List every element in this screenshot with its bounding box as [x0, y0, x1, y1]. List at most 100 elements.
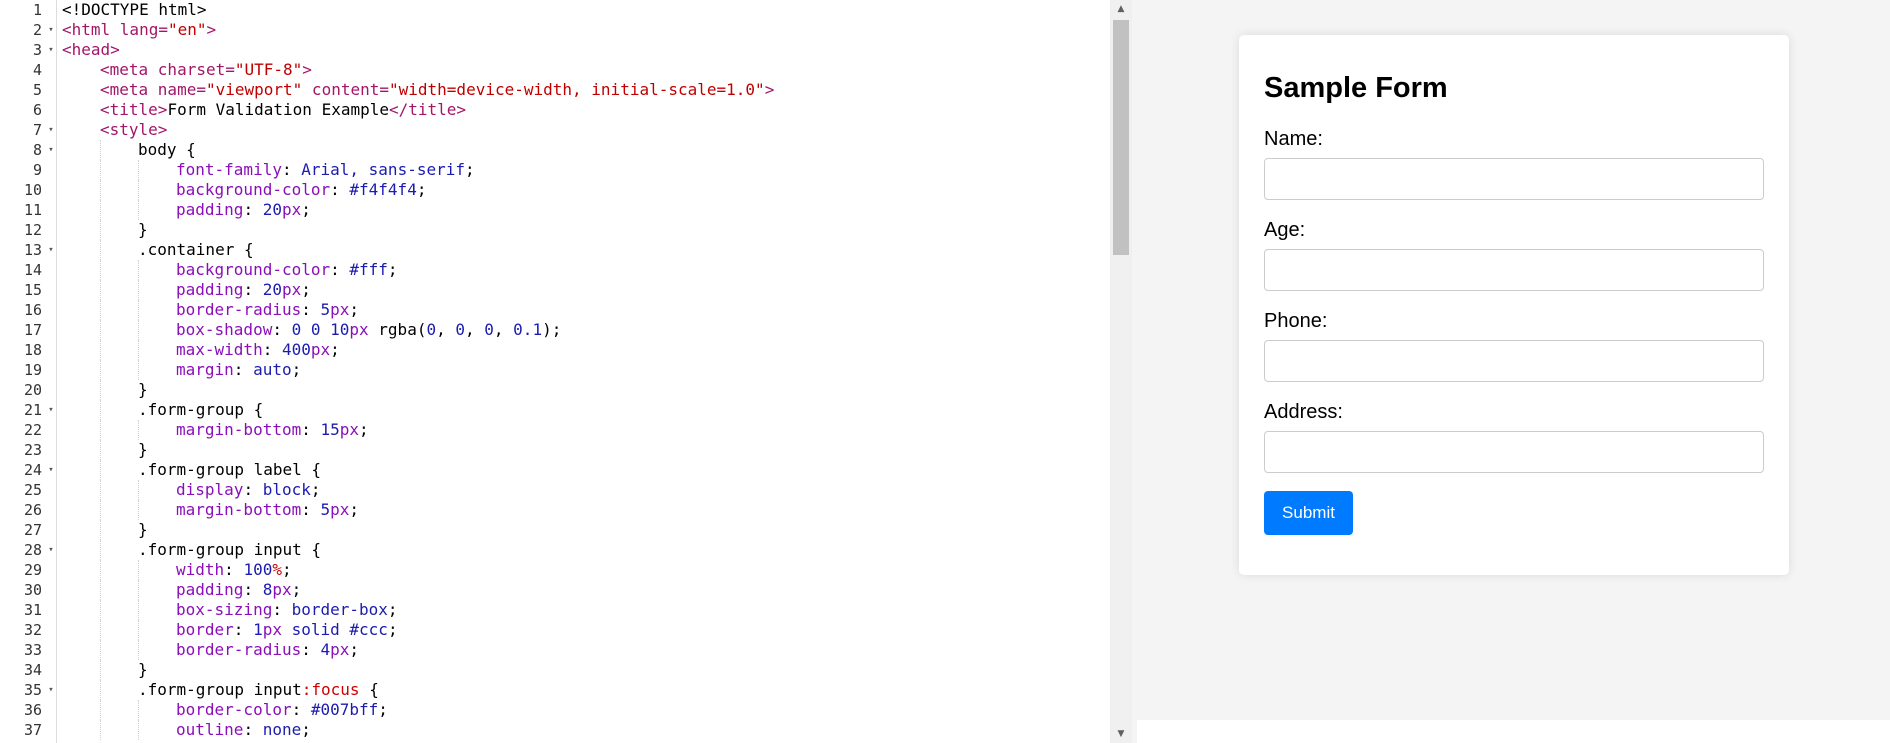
code-line[interactable]: 5 <meta name="viewport" content="width=de… — [33, 80, 1110, 100]
line-number: 21 — [23, 401, 42, 419]
code-line[interactable]: 17 box-shadow: 0 0 10px rgba(0, 0, 0, 0.1… — [24, 320, 1110, 340]
code-token: > — [206, 20, 217, 39]
indent-guide — [138, 280, 139, 300]
code-line[interactable]: 30 padding: 8px; — [24, 580, 1110, 600]
scroll-thumb[interactable] — [1113, 20, 1129, 255]
fold-arrow-icon[interactable]: ▾ — [46, 680, 56, 700]
indent-guide — [138, 160, 139, 180]
scroll-up-arrow-icon[interactable]: ▲ — [1110, 0, 1132, 18]
code-token: px — [272, 580, 292, 599]
code-area[interactable]: 1 <!DOCTYPE html> 2 ▾ <html lang="en"> 3 ▾ <hea… — [24, 0, 1110, 740]
submit-button[interactable]: Submit — [1264, 491, 1353, 535]
code-line[interactable]: 7 ▾ <style> — [33, 120, 1110, 140]
age-input[interactable] — [1264, 249, 1764, 291]
code-line[interactable]: 10 background-color: #f4f4f4; — [24, 180, 1110, 200]
code-line[interactable]: 36 border-color: #007bff; — [24, 700, 1110, 720]
code-line[interactable]: 18 max-width: 400px; — [24, 340, 1110, 360]
indent-guide — [138, 420, 139, 440]
code-line[interactable]: 8 ▾ body { — [33, 140, 1110, 160]
code-line[interactable]: 37 outline: none; — [24, 720, 1110, 740]
fold-arrow-icon[interactable]: ▾ — [46, 400, 56, 420]
code-token: border — [176, 620, 234, 639]
code-content: box-sizing: border-box; — [176, 600, 398, 620]
code-token: : — [301, 420, 321, 439]
indent-guide — [138, 300, 139, 320]
code-line[interactable]: 4 <meta charset="UTF-8"> — [33, 60, 1110, 80]
code-line[interactable]: 29 width: 100%; — [24, 560, 1110, 580]
code-line[interactable]: 9 font-family: Arial, sans-serif; — [33, 160, 1110, 180]
code-line[interactable]: 22 margin-bottom: 15px; — [24, 420, 1110, 440]
code-token: 8 — [262, 580, 273, 599]
code-token: solid #ccc — [281, 620, 388, 639]
indent-guide — [138, 500, 139, 520]
code-line[interactable]: 3 ▾ <head> — [33, 40, 1110, 60]
scroll-down-arrow-icon[interactable]: ▼ — [1110, 725, 1132, 743]
code-line[interactable]: 25 display: block; — [24, 480, 1110, 500]
editor-scrollbar[interactable]: ▲ ▼ — [1110, 0, 1132, 743]
code-line[interactable]: 32 border: 1px solid #ccc; — [24, 620, 1110, 640]
code-line[interactable]: 16 border-radius: 5px; — [24, 300, 1110, 320]
fold-arrow-icon[interactable]: ▾ — [46, 120, 56, 140]
line-number: 27 — [23, 521, 42, 539]
code-line[interactable]: 12} — [24, 220, 1110, 240]
code-content: } — [138, 380, 148, 400]
preview-pane: Sample Form Name: Age: Phone: Address: S… — [1132, 0, 1890, 743]
fold-arrow-icon[interactable]: ▾ — [46, 540, 56, 560]
code-content: padding: 20px; — [176, 280, 311, 300]
code-line[interactable]: 13 ▾ .container { — [24, 240, 1110, 260]
code-line[interactable]: 14 background-color: #fff; — [24, 260, 1110, 280]
fold-arrow-icon[interactable]: ▾ — [46, 40, 56, 60]
fold-arrow-icon[interactable]: ▾ — [46, 460, 56, 480]
code-content: width: 100%; — [176, 560, 292, 580]
code-line[interactable]: 23} — [24, 440, 1110, 460]
code-editor[interactable]: 1 <!DOCTYPE html> 2 ▾ <html lang="en"> 3 ▾ <hea… — [0, 0, 1110, 743]
line-number: 20 — [23, 381, 42, 399]
code-line[interactable]: 26 margin-bottom: 5px; — [24, 500, 1110, 520]
code-token: name= — [157, 80, 206, 99]
code-token: border-radius — [176, 300, 302, 319]
code-line[interactable]: 28 ▾ .form-group input { — [24, 540, 1110, 560]
line-number: 28 — [23, 541, 42, 559]
form-group-address: Address: — [1264, 400, 1764, 473]
code-token: "width=device-width, initial-scale=1.0" — [389, 80, 765, 99]
indent-guide — [100, 160, 101, 180]
line-number: 33 — [23, 641, 42, 659]
fold-arrow-icon[interactable]: ▾ — [46, 140, 56, 160]
code-line[interactable]: 34} — [24, 660, 1110, 680]
code-line[interactable]: 15 padding: 20px; — [24, 280, 1110, 300]
indent-guide — [138, 600, 139, 620]
code-line[interactable]: 33 border-radius: 4px; — [24, 640, 1110, 660]
code-line[interactable]: 1 <!DOCTYPE html> — [33, 0, 1110, 20]
code-token: : — [281, 160, 302, 179]
code-line[interactable]: 6 <title>Form Validation Example</title> — [33, 100, 1110, 120]
code-token: : — [330, 260, 350, 279]
code-token: background-color — [176, 260, 331, 279]
fold-arrow-icon[interactable]: ▾ — [46, 20, 56, 40]
line-number: 30 — [23, 581, 42, 599]
code-content: padding: 20px; — [176, 200, 311, 220]
name-input[interactable] — [1264, 158, 1764, 200]
form-title: Sample Form — [1264, 72, 1448, 104]
code-content: border-radius: 4px; — [176, 640, 359, 660]
code-token: : — [233, 620, 254, 639]
indent-guide — [138, 360, 139, 380]
code-content: <meta name="viewport" content="width=dev… — [100, 80, 774, 100]
code-line[interactable]: 19 margin: auto; — [24, 360, 1110, 380]
code-content: .form-group input:focus { — [138, 680, 379, 700]
code-line[interactable]: 31 box-sizing: border-box; — [24, 600, 1110, 620]
line-number: 6 — [32, 101, 42, 119]
code-line[interactable]: 2 ▾ <html lang="en"> — [33, 20, 1110, 40]
fold-arrow-icon[interactable]: ▾ — [46, 240, 56, 260]
code-token: border-box — [291, 600, 388, 619]
code-line[interactable]: 24 ▾ .form-group label { — [24, 460, 1110, 480]
phone-input[interactable] — [1264, 340, 1764, 382]
line-number: 26 — [23, 501, 42, 519]
code-line[interactable]: 27} — [24, 520, 1110, 540]
code-line[interactable]: 21 ▾ .form-group { — [24, 400, 1110, 420]
code-line[interactable]: 35 ▾ .form-group input:focus { — [24, 680, 1110, 700]
address-input[interactable] — [1264, 431, 1764, 473]
code-line[interactable]: 11 padding: 20px; — [24, 200, 1110, 220]
code-line[interactable]: 20} — [24, 380, 1110, 400]
code-token: 20 — [262, 200, 282, 219]
code-token: px — [339, 420, 360, 439]
